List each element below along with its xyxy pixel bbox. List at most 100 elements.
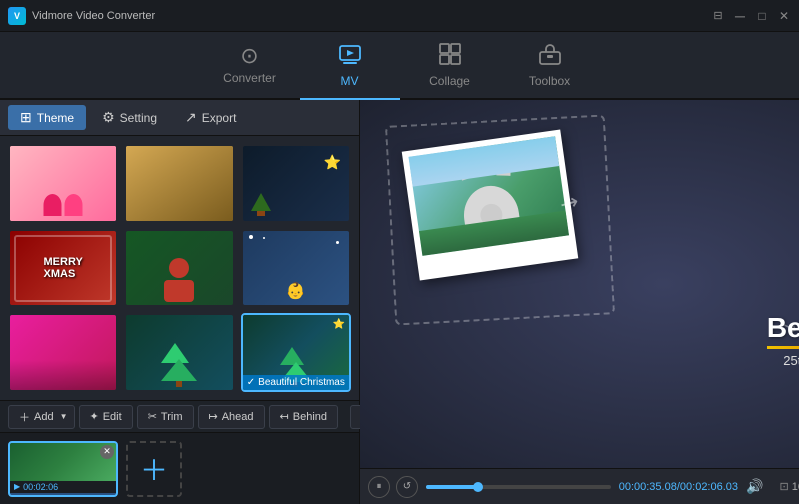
tab-export-label: Export [202, 111, 237, 125]
theme-label-stripes-waves: Stripes & Waves [10, 390, 116, 392]
ahead-button[interactable]: ↦ Ahead [198, 405, 265, 429]
nav-label-mv: MV [341, 74, 359, 88]
theme-grid: Happy Simple ⭐ Christmas Eve [0, 136, 359, 400]
theme-tab-icon: ⊞ [20, 109, 32, 126]
edit-label: Edit [103, 411, 122, 423]
play-icon-small: ▶ [14, 482, 20, 491]
title-bar: V Vidmore Video Converter ⊟ ─ □ ✕ [0, 0, 799, 32]
add-label: Add [34, 411, 54, 423]
preview-area: ↗ ↘ Beautiful 25th of December [360, 100, 799, 468]
plus-icon: ＋ [140, 449, 168, 489]
top-nav: ⊙ Converter MV Collage [0, 32, 799, 100]
time-display: 00:00:35.08/00:02:06.03 [619, 481, 738, 493]
ratio-icon: ⊡ [779, 480, 788, 493]
controls-bar: ⏸ ↺ 00:00:35.08/00:02:06.03 🔊 ⊡ 16:9 ▼ [360, 468, 799, 504]
tab-theme-label: Theme [37, 111, 74, 125]
progress-handle[interactable] [473, 482, 483, 492]
clip-duration: 00:02:06 [23, 482, 58, 492]
ahead-label: Ahead [222, 411, 254, 423]
theme-card-christmas-tree[interactable]: Christmas Tree [124, 313, 234, 392]
right-panel: ↗ ↘ Beautiful 25th of December [360, 100, 799, 504]
time-total: 00:02:06.03 [680, 481, 738, 493]
theme-thumb-santa-claus [126, 231, 232, 306]
minimize-btn[interactable]: ─ [733, 9, 747, 23]
theme-card-beautiful-christmas[interactable]: ⭐ ✓ Beautiful Christmas [241, 313, 351, 392]
selected-badge: ✓ Beautiful Christmas [243, 375, 349, 390]
collage-icon [438, 42, 462, 70]
replay-button[interactable]: ↺ [396, 476, 418, 498]
nav-label-toolbox: Toolbox [529, 74, 570, 88]
nav-label-collage: Collage [429, 74, 470, 88]
add-clip-button[interactable]: ＋ [126, 441, 182, 497]
window-controls: ⊟ ─ □ ✕ [711, 9, 791, 23]
nav-label-converter: Converter [223, 71, 276, 85]
tab-theme[interactable]: ⊞ Theme [8, 105, 86, 130]
pause-icon: ⏸ [377, 481, 382, 492]
tab-export[interactable]: ↗ Export [173, 105, 248, 130]
theme-card-stripes-waves[interactable]: Stripes & Waves [8, 313, 118, 392]
caption-icon[interactable]: ⊟ [711, 9, 725, 23]
replay-icon: ↺ [403, 481, 411, 492]
add-dropdown-icon: ▼ [60, 412, 68, 421]
add-icon: ＋ [19, 409, 30, 425]
timeline-clip[interactable]: ✕ ▶ 00:02:06 ♬ ✦ ✂ [8, 441, 118, 497]
polaroid-image [409, 136, 569, 256]
star-icon: ✦ [27, 495, 35, 497]
audio-icon: ♬ [14, 495, 23, 497]
theme-label-simple: Simple [126, 221, 232, 223]
nav-item-toolbox[interactable]: Toolbox [500, 32, 600, 100]
toolbox-icon [538, 42, 562, 70]
tab-setting[interactable]: ⚙ Setting [90, 105, 169, 130]
clip-close-btn[interactable]: ✕ [100, 445, 114, 459]
preview-subtitle: 25th of December [767, 353, 799, 368]
behind-label: Behind [293, 411, 327, 423]
behind-button[interactable]: ↤ Behind [269, 405, 338, 429]
clip-bottom-controls: ♬ ✦ ✂ [10, 493, 116, 497]
timeline: ✕ ▶ 00:02:06 ♬ ✦ ✂ ＋ [0, 432, 359, 504]
nav-item-mv[interactable]: MV [300, 32, 400, 100]
behind-icon: ↤ [280, 410, 289, 423]
bottom-toolbar: ＋ Add ▼ ✦ Edit ✂ Trim ↦ Ahead ↤ Behind [0, 400, 359, 432]
theme-thumb-merry-christmas: MERRYXMAS [10, 231, 116, 306]
trim-label: Trim [161, 411, 183, 423]
theme-card-snowy-night[interactable]: 👶 Snowy Night [241, 229, 351, 308]
sub-tabs: ⊞ Theme ⚙ Setting ↗ Export [0, 100, 359, 136]
preview-underline [767, 346, 799, 349]
close-btn[interactable]: ✕ [777, 9, 791, 23]
theme-label-christmas-eve: Christmas Eve [243, 221, 349, 223]
theme-thumb-happy [10, 146, 116, 221]
playback-controls: ⏸ ↺ [368, 476, 418, 498]
theme-card-merry-christmas[interactable]: MERRYXMAS Merry Christmas [8, 229, 118, 308]
ratio-selector[interactable]: ⊡ 16:9 ▼ [779, 480, 799, 493]
theme-thumb-simple [126, 146, 232, 221]
polaroid-frame [402, 129, 579, 280]
pause-button[interactable]: ⏸ [368, 476, 390, 498]
theme-card-happy[interactable]: Happy [8, 144, 118, 223]
theme-card-santa-claus[interactable]: Santa Claus [124, 229, 234, 308]
edit-button[interactable]: ✦ Edit [79, 405, 133, 429]
main-content: ⊞ Theme ⚙ Setting ↗ Export [0, 100, 799, 504]
preview-text-area: Beautiful 25th of December [767, 312, 799, 368]
app-icon: V [8, 7, 26, 25]
theme-card-christmas-eve[interactable]: ⭐ Christmas Eve [241, 144, 351, 223]
nav-item-collage[interactable]: Collage [400, 32, 500, 100]
theme-label-beautiful-christmas: ✓ Beautiful Christmas [243, 390, 349, 392]
progress-bar[interactable] [426, 485, 611, 489]
theme-label-snowy-night: Snowy Night [243, 306, 349, 308]
export-tab-icon: ↗ [185, 109, 197, 126]
add-button[interactable]: ＋ Add ▼ [8, 405, 75, 429]
theme-thumb-christmas-eve: ⭐ [243, 146, 349, 221]
volume-icon[interactable]: 🔊 [746, 478, 763, 495]
theme-card-simple[interactable]: Simple [124, 144, 234, 223]
trim-button[interactable]: ✂ Trim [137, 405, 194, 429]
theme-label-santa-claus: Santa Claus [126, 306, 232, 308]
theme-label-christmas-tree: Christmas Tree [126, 390, 232, 392]
ratio-value: 16:9 [792, 481, 799, 493]
converter-icon: ⊙ [240, 45, 258, 67]
app-title: Vidmore Video Converter [32, 10, 711, 22]
maximize-btn[interactable]: □ [755, 9, 769, 23]
scissors-icon: ✂ [39, 495, 47, 497]
nav-item-converter[interactable]: ⊙ Converter [200, 32, 300, 100]
theme-label-merry-christmas: Merry Christmas [10, 306, 116, 308]
edit-icon: ✦ [90, 410, 99, 423]
